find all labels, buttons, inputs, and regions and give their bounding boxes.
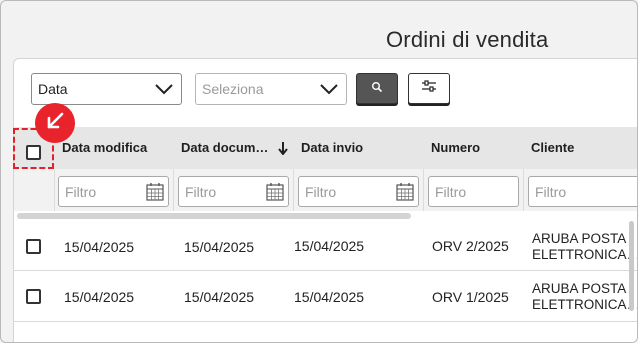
cell-data-documento: 15/04/2025 — [184, 289, 255, 305]
column-header-data-modifica[interactable]: Data modifica — [62, 140, 147, 155]
row-checkbox[interactable] — [26, 289, 41, 304]
table-empty-area — [14, 323, 637, 342]
column-settings-button[interactable] — [408, 73, 450, 104]
column-divider — [173, 169, 174, 211]
filter-placeholder: Filtro — [535, 183, 567, 200]
filter-numero[interactable]: Filtro — [428, 176, 519, 207]
app-window: Ordini di vendita Data Seleziona Data mo… — [0, 0, 638, 343]
sort-down-arrow-icon[interactable] — [277, 141, 289, 160]
chevron-down-icon — [320, 82, 338, 99]
column-divider — [293, 169, 294, 211]
filter-placeholder: Filtro — [185, 183, 217, 200]
arrow-down-left-icon — [45, 111, 65, 136]
search-button[interactable] — [356, 73, 398, 104]
column-divider — [523, 169, 524, 211]
cell-data-invio: 15/04/2025 — [294, 289, 365, 305]
cell-data-modifica: 15/04/2025 — [64, 239, 135, 255]
search-icon — [371, 80, 383, 98]
cell-cliente-line1: ARUBA POSTA — [532, 281, 627, 296]
column-header-cliente[interactable]: Cliente — [531, 140, 574, 155]
column-header-numero[interactable]: Numero — [431, 140, 480, 155]
filter-placeholder: Filtro — [435, 183, 467, 200]
cell-data-invio: 15/04/2025 — [294, 238, 365, 254]
cell-data-modifica: 15/04/2025 — [64, 289, 135, 305]
filter-placeholder: Filtro — [305, 183, 337, 200]
filter-data-invio[interactable]: Filtro — [298, 176, 419, 207]
calendar-icon[interactable] — [396, 182, 414, 204]
pointer-arrow-badge — [35, 103, 75, 143]
cell-numero: ORV 2/2025 — [432, 238, 509, 254]
filter-select[interactable]: Seleziona — [195, 73, 347, 105]
calendar-icon[interactable] — [266, 182, 284, 204]
calendar-icon[interactable] — [146, 182, 164, 204]
chevron-down-icon — [155, 82, 173, 99]
filter-select-placeholder: Seleziona — [202, 81, 264, 97]
cell-data-documento: 15/04/2025 — [184, 239, 255, 255]
filter-cliente[interactable]: Filtro — [528, 176, 637, 207]
column-divider — [423, 169, 424, 211]
column-header-data-invio[interactable]: Data invio — [301, 140, 363, 155]
date-type-select-value: Data — [38, 81, 68, 97]
column-divider — [54, 169, 55, 211]
sliders-icon — [421, 79, 437, 98]
cell-cliente-line2: ELETTRONICA… — [532, 297, 638, 312]
horizontal-scrollbar-thumb[interactable] — [17, 213, 411, 219]
filter-data-modifica[interactable]: Filtro — [58, 176, 169, 207]
filter-data-documento[interactable]: Filtro — [178, 176, 289, 207]
cell-cliente-line2: ELETTRONICA… — [532, 247, 638, 262]
filter-placeholder: Filtro — [65, 183, 97, 200]
date-type-select[interactable]: Data — [31, 73, 182, 105]
column-header-data-documento[interactable]: Data docum… — [181, 140, 268, 155]
cell-numero: ORV 1/2025 — [432, 289, 509, 305]
page-title: Ordini di vendita — [386, 27, 549, 52]
vertical-scrollbar-thumb[interactable] — [629, 221, 634, 311]
row-checkbox[interactable] — [26, 239, 41, 254]
cell-cliente-line1: ARUBA POSTA — [532, 231, 627, 246]
